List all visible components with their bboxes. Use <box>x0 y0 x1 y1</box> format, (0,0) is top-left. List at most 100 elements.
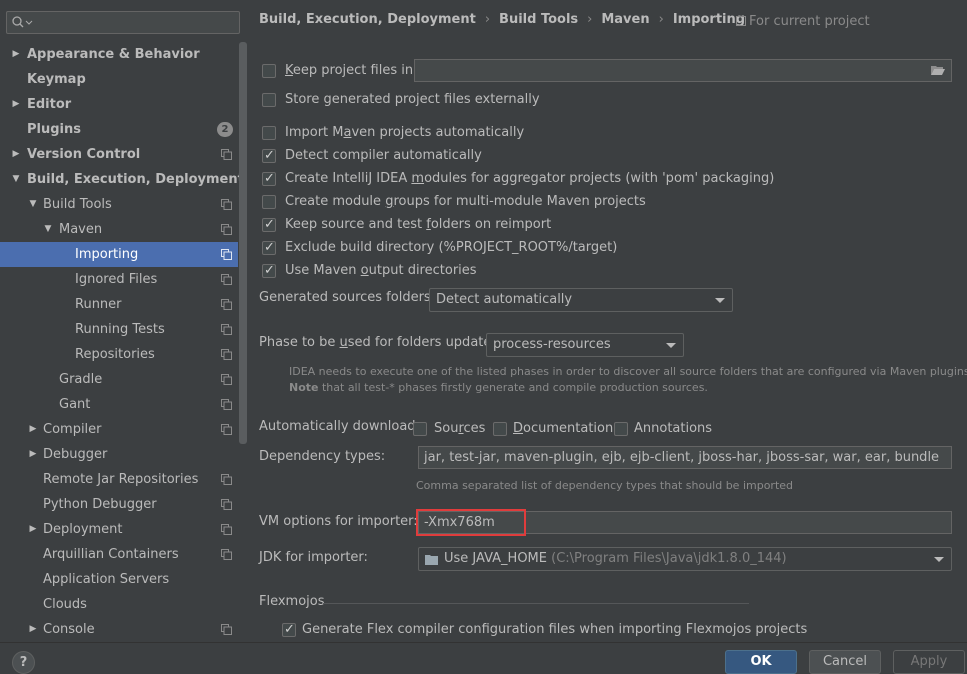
sidebar-item-keymap[interactable]: Keymap <box>0 67 238 92</box>
phase-dropdown[interactable]: process-resources <box>486 333 684 357</box>
expand-right-icon[interactable]: ▶ <box>10 92 22 117</box>
dependency-types-field[interactable]: jar, test-jar, maven-plugin, ejb, ejb-cl… <box>418 446 952 469</box>
project-level-icon <box>221 274 232 285</box>
checkbox-box[interactable] <box>262 261 276 281</box>
settings-sidebar: ▶ Appearance & Behavior Keymap ▶ Editor Plugi… <box>0 0 247 642</box>
breadcrumb-item[interactable]: Maven <box>601 11 649 29</box>
sidebar-item-maven[interactable]: ▼ Maven <box>0 217 238 242</box>
current-project-text: For current project <box>749 14 870 29</box>
dependency-types-label: Dependency types: <box>259 449 386 464</box>
sidebar-item-deployment[interactable]: ▶ Deployment <box>0 517 238 542</box>
download-documentation-checkbox[interactable]: Documentation <box>493 419 613 439</box>
sidebar-item-build-execution-deployment[interactable]: ▼ Build, Execution, Deployment <box>0 167 244 192</box>
cancel-button[interactable]: Cancel <box>809 650 881 674</box>
expand-right-icon[interactable]: ▶ <box>10 142 22 167</box>
ok-button[interactable]: OK <box>725 650 797 674</box>
expand-right-icon[interactable]: ▶ <box>27 617 39 642</box>
sidebar-item-plugins[interactable]: Plugins 2 <box>0 117 238 142</box>
project-level-icon <box>221 524 232 535</box>
sidebar-item-appearance-behavior[interactable]: ▶ Appearance & Behavior <box>0 42 238 67</box>
expand-down-icon[interactable]: ▼ <box>42 217 54 242</box>
project-scope-icon <box>736 16 746 26</box>
updates-count-badge: 2 <box>217 122 233 137</box>
checkbox-box[interactable] <box>262 195 276 209</box>
checkbox-box[interactable] <box>262 146 276 166</box>
expand-down-icon[interactable]: ▼ <box>10 167 22 192</box>
project-level-icon <box>221 199 232 210</box>
project-files-path-field[interactable] <box>414 59 952 82</box>
checkbox-box[interactable] <box>413 422 427 436</box>
sidebar-item-label: Plugins <box>27 122 81 137</box>
sidebar-item-label: Running Tests <box>75 322 165 337</box>
exclude-build-dir-checkbox[interactable]: Exclude build directory (%PROJECT_ROOT%/… <box>262 238 662 258</box>
checkbox-box[interactable] <box>282 620 296 640</box>
sidebar-item-label: Deployment <box>43 522 123 537</box>
sidebar-item-repositories[interactable]: Repositories <box>0 342 238 367</box>
download-sources-checkbox[interactable]: Sources <box>413 419 488 439</box>
generated-sources-dropdown[interactable]: Detect automatically <box>429 288 733 312</box>
sidebar-item-runner[interactable]: Runner <box>0 292 238 317</box>
sidebar-item-label: Repositories <box>75 347 155 362</box>
sidebar-item-gradle[interactable]: Gradle <box>0 367 238 392</box>
checkbox-box[interactable] <box>262 238 276 258</box>
sidebar-item-ignored-files[interactable]: Ignored Files <box>0 267 238 292</box>
flex-generate-checkbox[interactable]: Generate Flex compiler configuration fil… <box>282 620 807 640</box>
sidebar-item-application-servers[interactable]: Application Servers <box>0 567 238 592</box>
checkbox-box[interactable] <box>614 422 628 436</box>
checkbox-box[interactable] <box>262 215 276 235</box>
sidebar-item-version-control[interactable]: ▶ Version Control <box>0 142 238 167</box>
current-project-label: For current project <box>736 14 870 29</box>
help-button[interactable]: ? <box>12 651 35 674</box>
sidebar-item-running-tests[interactable]: Running Tests <box>0 317 238 342</box>
apply-button[interactable]: Apply <box>893 650 965 674</box>
sidebar-item-remote-jar-repositories[interactable]: Remote Jar Repositories <box>0 467 238 492</box>
settings-search-input[interactable] <box>6 11 240 34</box>
checkbox-label: Use Maven output directories <box>285 263 477 278</box>
keep-project-files-checkbox[interactable]: Keep project files in: <box>262 61 417 81</box>
vm-options-label: VM options for importer: <box>259 514 418 529</box>
import-automatically-checkbox[interactable]: Import Maven projects automatically <box>262 123 662 143</box>
jdk-dropdown[interactable]: Use JAVA_HOME (C:\Program Files\Java\jdk… <box>418 547 952 571</box>
sidebar-item-clouds[interactable]: Clouds <box>0 592 238 617</box>
detect-compiler-checkbox[interactable]: Detect compiler automatically <box>262 146 662 166</box>
sidebar-item-label: Python Debugger <box>43 497 157 512</box>
sidebar-item-gant[interactable]: Gant <box>0 392 238 417</box>
folder-open-icon[interactable] <box>931 65 945 75</box>
sidebar-item-editor[interactable]: ▶ Editor <box>0 92 238 117</box>
create-module-groups-checkbox[interactable]: Create module groups for multi-module Ma… <box>262 192 762 212</box>
generated-sources-value: Detect automatically <box>436 292 573 307</box>
sidebar-item-debugger[interactable]: ▶ Debugger <box>0 442 238 467</box>
project-level-icon <box>221 224 232 235</box>
use-maven-output-checkbox[interactable]: Use Maven output directories <box>262 261 662 281</box>
sidebar-item-importing[interactable]: Importing <box>0 242 238 267</box>
sidebar-item-label: Maven <box>59 222 103 237</box>
checkbox-box[interactable] <box>493 422 507 436</box>
checkbox-label: Exclude build directory (%PROJECT_ROOT%/… <box>285 240 618 255</box>
breadcrumb-item[interactable]: Build Tools <box>499 11 578 29</box>
store-externally-checkbox[interactable]: Store generated project files externally <box>262 90 662 110</box>
sidebar-scrollbar[interactable] <box>239 42 247 444</box>
download-annotations-checkbox[interactable]: Annotations <box>614 419 714 439</box>
keep-source-folders-checkbox[interactable]: Keep source and test folders on reimport <box>262 215 662 235</box>
expand-down-icon[interactable]: ▼ <box>27 192 39 217</box>
sidebar-item-build-tools[interactable]: ▼ Build Tools <box>0 192 238 217</box>
breadcrumb-item[interactable]: Build, Execution, Deployment <box>259 11 476 29</box>
sidebar-item-label: Keymap <box>27 72 86 87</box>
expand-right-icon[interactable]: ▶ <box>10 42 22 67</box>
checkbox-box[interactable] <box>262 169 276 189</box>
sidebar-item-console[interactable]: ▶ Console <box>0 617 238 642</box>
checkbox-label: Annotations <box>634 421 713 436</box>
create-aggregator-modules-checkbox[interactable]: Create IntelliJ IDEA modules for aggrega… <box>262 169 862 189</box>
sidebar-item-compiler[interactable]: ▶ Compiler <box>0 417 238 442</box>
expand-right-icon[interactable]: ▶ <box>27 517 39 542</box>
checkbox-box[interactable] <box>262 93 276 107</box>
sidebar-item-arquillian-containers[interactable]: Arquillian Containers <box>0 542 238 567</box>
highlight-box <box>416 509 526 536</box>
checkbox-box[interactable] <box>262 126 276 140</box>
sidebar-item-label: Importing <box>75 247 139 262</box>
checkbox-box[interactable] <box>262 64 276 78</box>
expand-right-icon[interactable]: ▶ <box>27 417 39 442</box>
expand-right-icon[interactable]: ▶ <box>27 442 39 467</box>
checkbox-label: Detect compiler automatically <box>285 148 482 163</box>
sidebar-item-python-debugger[interactable]: Python Debugger <box>0 492 238 517</box>
